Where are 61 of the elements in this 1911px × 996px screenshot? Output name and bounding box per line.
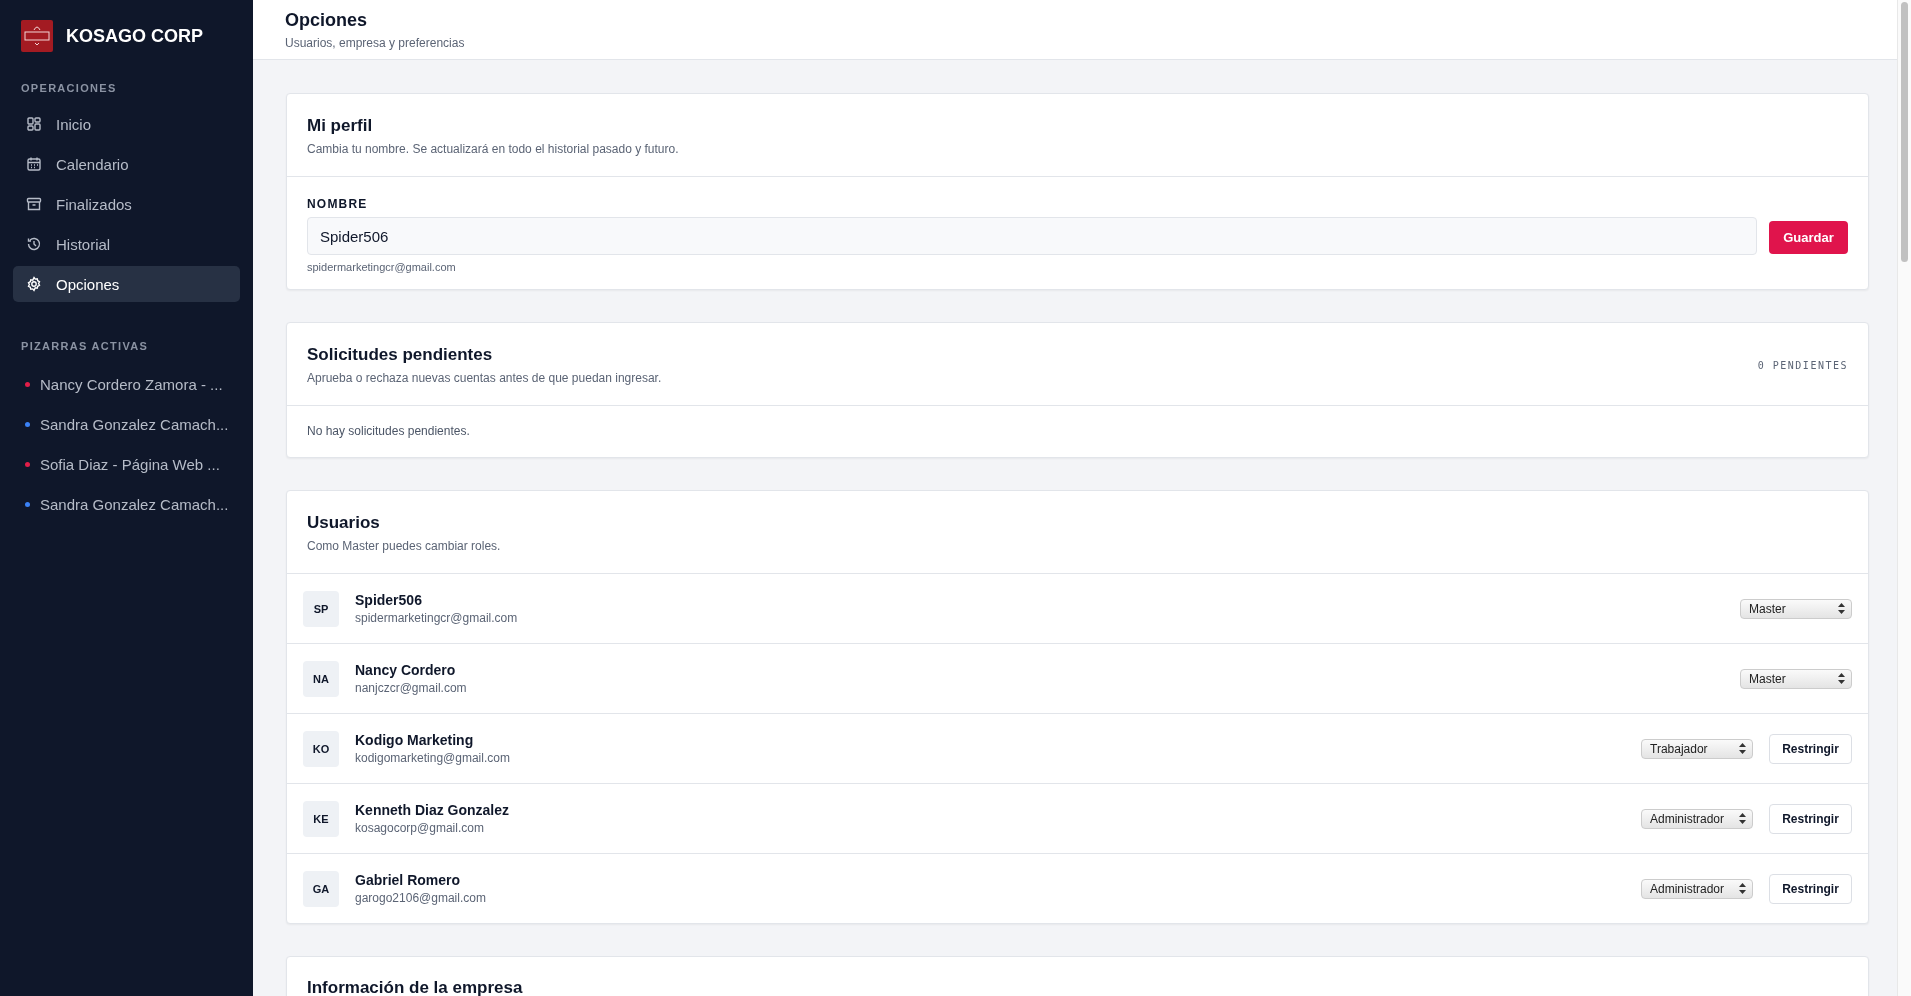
user-email: garogo2106@gmail.com (355, 891, 487, 905)
user-name: Gabriel Romero (355, 872, 462, 888)
updown-icon (1739, 813, 1746, 824)
card-title: Información de la empresa (307, 978, 523, 996)
empty-message: No hay solicitudes pendientes. (307, 424, 470, 438)
role-select[interactable]: Administrador (1641, 808, 1753, 829)
avatar-initials: GA (303, 870, 339, 907)
avatar-initials: SP (303, 590, 339, 627)
role-select[interactable]: Master (1740, 598, 1852, 619)
section-heading: PIZARRAS ACTIVAS (20, 340, 150, 354)
save-button[interactable]: Guardar (1769, 220, 1848, 254)
restrict-button[interactable]: Restringir (1769, 803, 1852, 834)
board-link[interactable]: Sofia Diaz - Página Web ... (13, 444, 240, 484)
avatar-initials: KE (303, 800, 339, 837)
nav-item[interactable]: Inicio (13, 106, 240, 142)
history-icon (26, 236, 42, 252)
email-text: spidermarketingcr@gmail.com (307, 261, 457, 273)
user-email: spidermarketingcr@gmail.com (355, 611, 519, 625)
user-name: Spider506 (355, 592, 423, 608)
brand-name: KOSAGO CORP (66, 25, 203, 47)
nav-item[interactable]: Finalizados (13, 186, 240, 222)
updown-icon (1838, 603, 1845, 614)
nav-item[interactable]: Calendario (13, 146, 240, 182)
avatar-initials: KO (303, 730, 339, 767)
name-field[interactable]: Spider506 (307, 217, 1757, 255)
settings-icon (26, 276, 42, 292)
card-title: Solicitudes pendientes (307, 345, 494, 365)
board-link[interactable]: Sandra Gonzalez Camach... (13, 404, 240, 444)
updown-icon (1739, 743, 1746, 754)
card-title: Mi perfil (307, 116, 374, 136)
restrict-button[interactable]: Restringir (1769, 873, 1852, 904)
role-select[interactable]: Trabajador (1641, 738, 1753, 759)
role-select[interactable]: Master (1740, 668, 1852, 689)
logo-icon (21, 20, 53, 52)
nav-item[interactable]: Opciones (13, 266, 240, 302)
section-heading: OPERACIONES (20, 82, 118, 96)
user-email: kodigomarketing@gmail.com (355, 751, 511, 765)
pending-count: 0 PENDIENTES (1757, 359, 1848, 371)
nav-item[interactable]: Historial (13, 226, 240, 262)
user-email: kosagocorp@gmail.com (355, 821, 485, 835)
calendar-icon (26, 156, 42, 172)
archive-icon (26, 196, 42, 212)
card-subtitle: Cambia tu nombre. Se actualizará en todo el historial pasado y futuro. (307, 142, 679, 156)
restrict-button[interactable]: Restringir (1769, 733, 1852, 764)
user-name: Kenneth Diaz Gonzalez (355, 802, 511, 818)
field-label: NOMBRE (307, 197, 369, 211)
card-subtitle: Aprueba o rechaza nuevas cuentas antes de que puedan ingresar. (307, 371, 662, 385)
card-subtitle: Como Master puedes cambiar roles. (307, 539, 501, 553)
updown-icon (1838, 673, 1845, 684)
grid-icon (26, 116, 42, 132)
updown-icon (1739, 883, 1746, 894)
board-link[interactable]: Nancy Cordero Zamora - ... (13, 364, 240, 404)
role-select[interactable]: Administrador (1641, 878, 1753, 899)
user-name: Nancy Cordero (355, 662, 457, 678)
avatar-initials: NA (303, 660, 339, 697)
card-title: Usuarios (307, 513, 381, 533)
user-email: nanjczcr@gmail.com (355, 681, 468, 695)
board-link[interactable]: Sandra Gonzalez Camach... (13, 484, 240, 524)
page-subtitle: Usuarios, empresa y preferencias (285, 36, 466, 50)
page-title: Opciones (285, 10, 369, 31)
user-name: Kodigo Marketing (355, 732, 475, 748)
